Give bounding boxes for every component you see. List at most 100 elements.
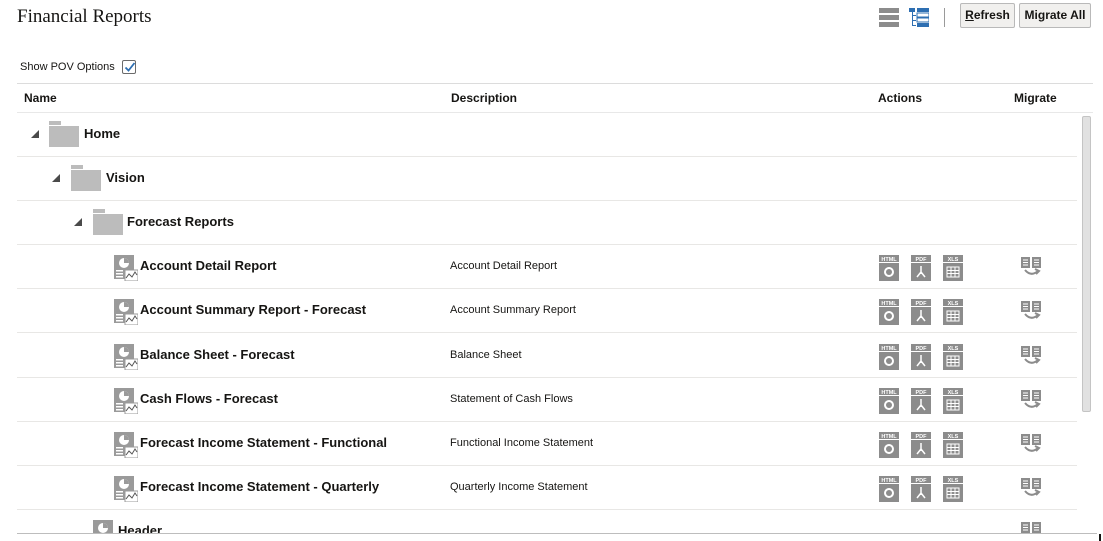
xls-icon-label: XLS (948, 257, 959, 263)
report-icon (114, 476, 138, 502)
open-pdf-button[interactable]: PDF (911, 388, 931, 414)
page-title: Financial Reports (17, 6, 152, 27)
html-icon-label: HTML (881, 257, 897, 263)
html-icon-label: HTML (881, 434, 897, 440)
migrate-all-button[interactable]: Migrate All (1019, 3, 1091, 28)
row-name[interactable]: Vision (106, 170, 145, 185)
tree-row-home[interactable]: Home (17, 113, 1077, 157)
open-pdf-button[interactable]: PDF (911, 255, 931, 281)
open-pdf-button[interactable]: PDF (911, 299, 931, 325)
row-name[interactable]: Account Summary Report - Forecast (140, 302, 366, 317)
collapse-triangle-icon[interactable] (52, 174, 60, 182)
open-html-button[interactable]: HTML (879, 255, 899, 281)
report-icon (114, 432, 138, 458)
pdf-icon-label: PDF (916, 434, 928, 440)
column-header-migrate: Migrate (1014, 91, 1057, 105)
row-name[interactable]: Home (84, 126, 120, 141)
open-xls-button[interactable]: XLS (943, 476, 963, 502)
migrate-report-icon[interactable] (1021, 390, 1043, 410)
row-name[interactable]: Balance Sheet - Forecast (140, 347, 295, 362)
open-html-button[interactable]: HTML (879, 432, 899, 458)
folder-icon (71, 165, 101, 191)
open-xls-button[interactable]: XLS (943, 344, 963, 370)
open-pdf-button[interactable]: PDF (911, 432, 931, 458)
open-html-button[interactable]: HTML (879, 344, 899, 370)
html-icon-label: HTML (881, 390, 897, 396)
row-name[interactable]: Forecast Reports (127, 214, 234, 229)
report-icon (93, 520, 113, 533)
column-header-name[interactable]: Name (24, 91, 57, 105)
divider (17, 533, 1097, 534)
migrate-report-icon[interactable] (1021, 257, 1043, 277)
open-xls-button[interactable]: XLS (943, 299, 963, 325)
divider (17, 83, 1093, 84)
row-description: Account Detail Report (450, 260, 557, 272)
scrollbar-thumb[interactable] (1082, 116, 1091, 412)
collapse-triangle-icon[interactable] (31, 130, 39, 138)
html-icon-label: HTML (881, 346, 897, 352)
migrate-report-icon[interactable] (1021, 434, 1043, 454)
migrate-report-icon[interactable] (1021, 346, 1043, 366)
report-tree-table: Home Vision Forecast Reports Account Det… (17, 113, 1077, 533)
open-xls-button[interactable]: XLS (943, 432, 963, 458)
show-pov-options-checkbox[interactable] (121, 60, 136, 74)
report-icon (114, 344, 138, 370)
folder-icon (49, 121, 79, 147)
pdf-icon-label: PDF (916, 346, 928, 352)
tree-row-report[interactable]: Forecast Income Statement - Functional F… (17, 422, 1077, 466)
xls-icon-label: XLS (948, 390, 959, 396)
report-icon (114, 299, 138, 325)
html-icon-label: HTML (881, 301, 897, 307)
tree-row-report[interactable]: Cash Flows - Forecast Statement of Cash … (17, 378, 1077, 422)
tree-row-report[interactable]: Balance Sheet - Forecast Balance Sheet H… (17, 334, 1077, 378)
xls-icon-label: XLS (948, 478, 959, 484)
pdf-icon-label: PDF (916, 301, 928, 307)
tree-row-report[interactable]: Account Detail Report Account Detail Rep… (17, 245, 1077, 289)
folder-icon (93, 209, 123, 235)
row-name[interactable]: Forecast Income Statement - Functional (140, 435, 387, 450)
row-description: Statement of Cash Flows (450, 393, 573, 405)
pdf-icon-label: PDF (916, 390, 928, 396)
row-name[interactable]: Account Detail Report (140, 258, 277, 273)
refresh-button[interactable]: Refresh (960, 3, 1015, 28)
open-html-button[interactable]: HTML (879, 388, 899, 414)
open-pdf-button[interactable]: PDF (911, 344, 931, 370)
open-xls-button[interactable]: XLS (943, 388, 963, 414)
tree-row-report[interactable]: Header (17, 510, 1077, 533)
show-pov-options: Show POV Options (20, 60, 136, 74)
tree-view-icon[interactable] (909, 8, 929, 27)
xls-icon-label: XLS (948, 434, 959, 440)
xls-icon-label: XLS (948, 301, 959, 307)
open-pdf-button[interactable]: PDF (911, 476, 931, 502)
show-pov-options-label: Show POV Options (20, 61, 115, 73)
row-description: Balance Sheet (450, 349, 522, 361)
open-html-button[interactable]: HTML (879, 476, 899, 502)
resize-handle[interactable] (1099, 534, 1101, 541)
open-html-button[interactable]: HTML (879, 299, 899, 325)
open-xls-button[interactable]: XLS (943, 255, 963, 281)
tree-row-forecast-reports[interactable]: Forecast Reports (17, 201, 1077, 245)
tree-row-report[interactable]: Account Summary Report - Forecast Accoun… (17, 289, 1077, 333)
row-name[interactable]: Forecast Income Statement - Quarterly (140, 479, 379, 494)
report-icon (114, 388, 138, 414)
report-icon (114, 255, 138, 281)
row-description: Account Summary Report (450, 304, 576, 316)
tree-row-vision[interactable]: Vision (17, 157, 1077, 201)
xls-icon-label: XLS (948, 346, 959, 352)
migrate-report-icon[interactable] (1021, 301, 1043, 321)
migrate-report-icon[interactable] (1021, 478, 1043, 498)
list-view-icon[interactable] (879, 8, 899, 27)
collapse-triangle-icon[interactable] (74, 218, 82, 226)
pdf-icon-label: PDF (916, 257, 928, 263)
row-name[interactable]: Header (118, 523, 162, 533)
tree-row-report[interactable]: Forecast Income Statement - Quarterly Qu… (17, 466, 1077, 510)
column-header-actions: Actions (878, 91, 923, 105)
html-icon-label: HTML (881, 478, 897, 484)
migrate-report-icon[interactable] (1021, 522, 1043, 533)
row-name[interactable]: Cash Flows - Forecast (140, 391, 278, 406)
column-header-description[interactable]: Description (451, 91, 517, 105)
row-description: Functional Income Statement (450, 437, 594, 449)
toolbar-divider (944, 8, 945, 27)
pdf-icon-label: PDF (916, 478, 928, 484)
row-description: Quarterly Income Statement (450, 481, 588, 493)
